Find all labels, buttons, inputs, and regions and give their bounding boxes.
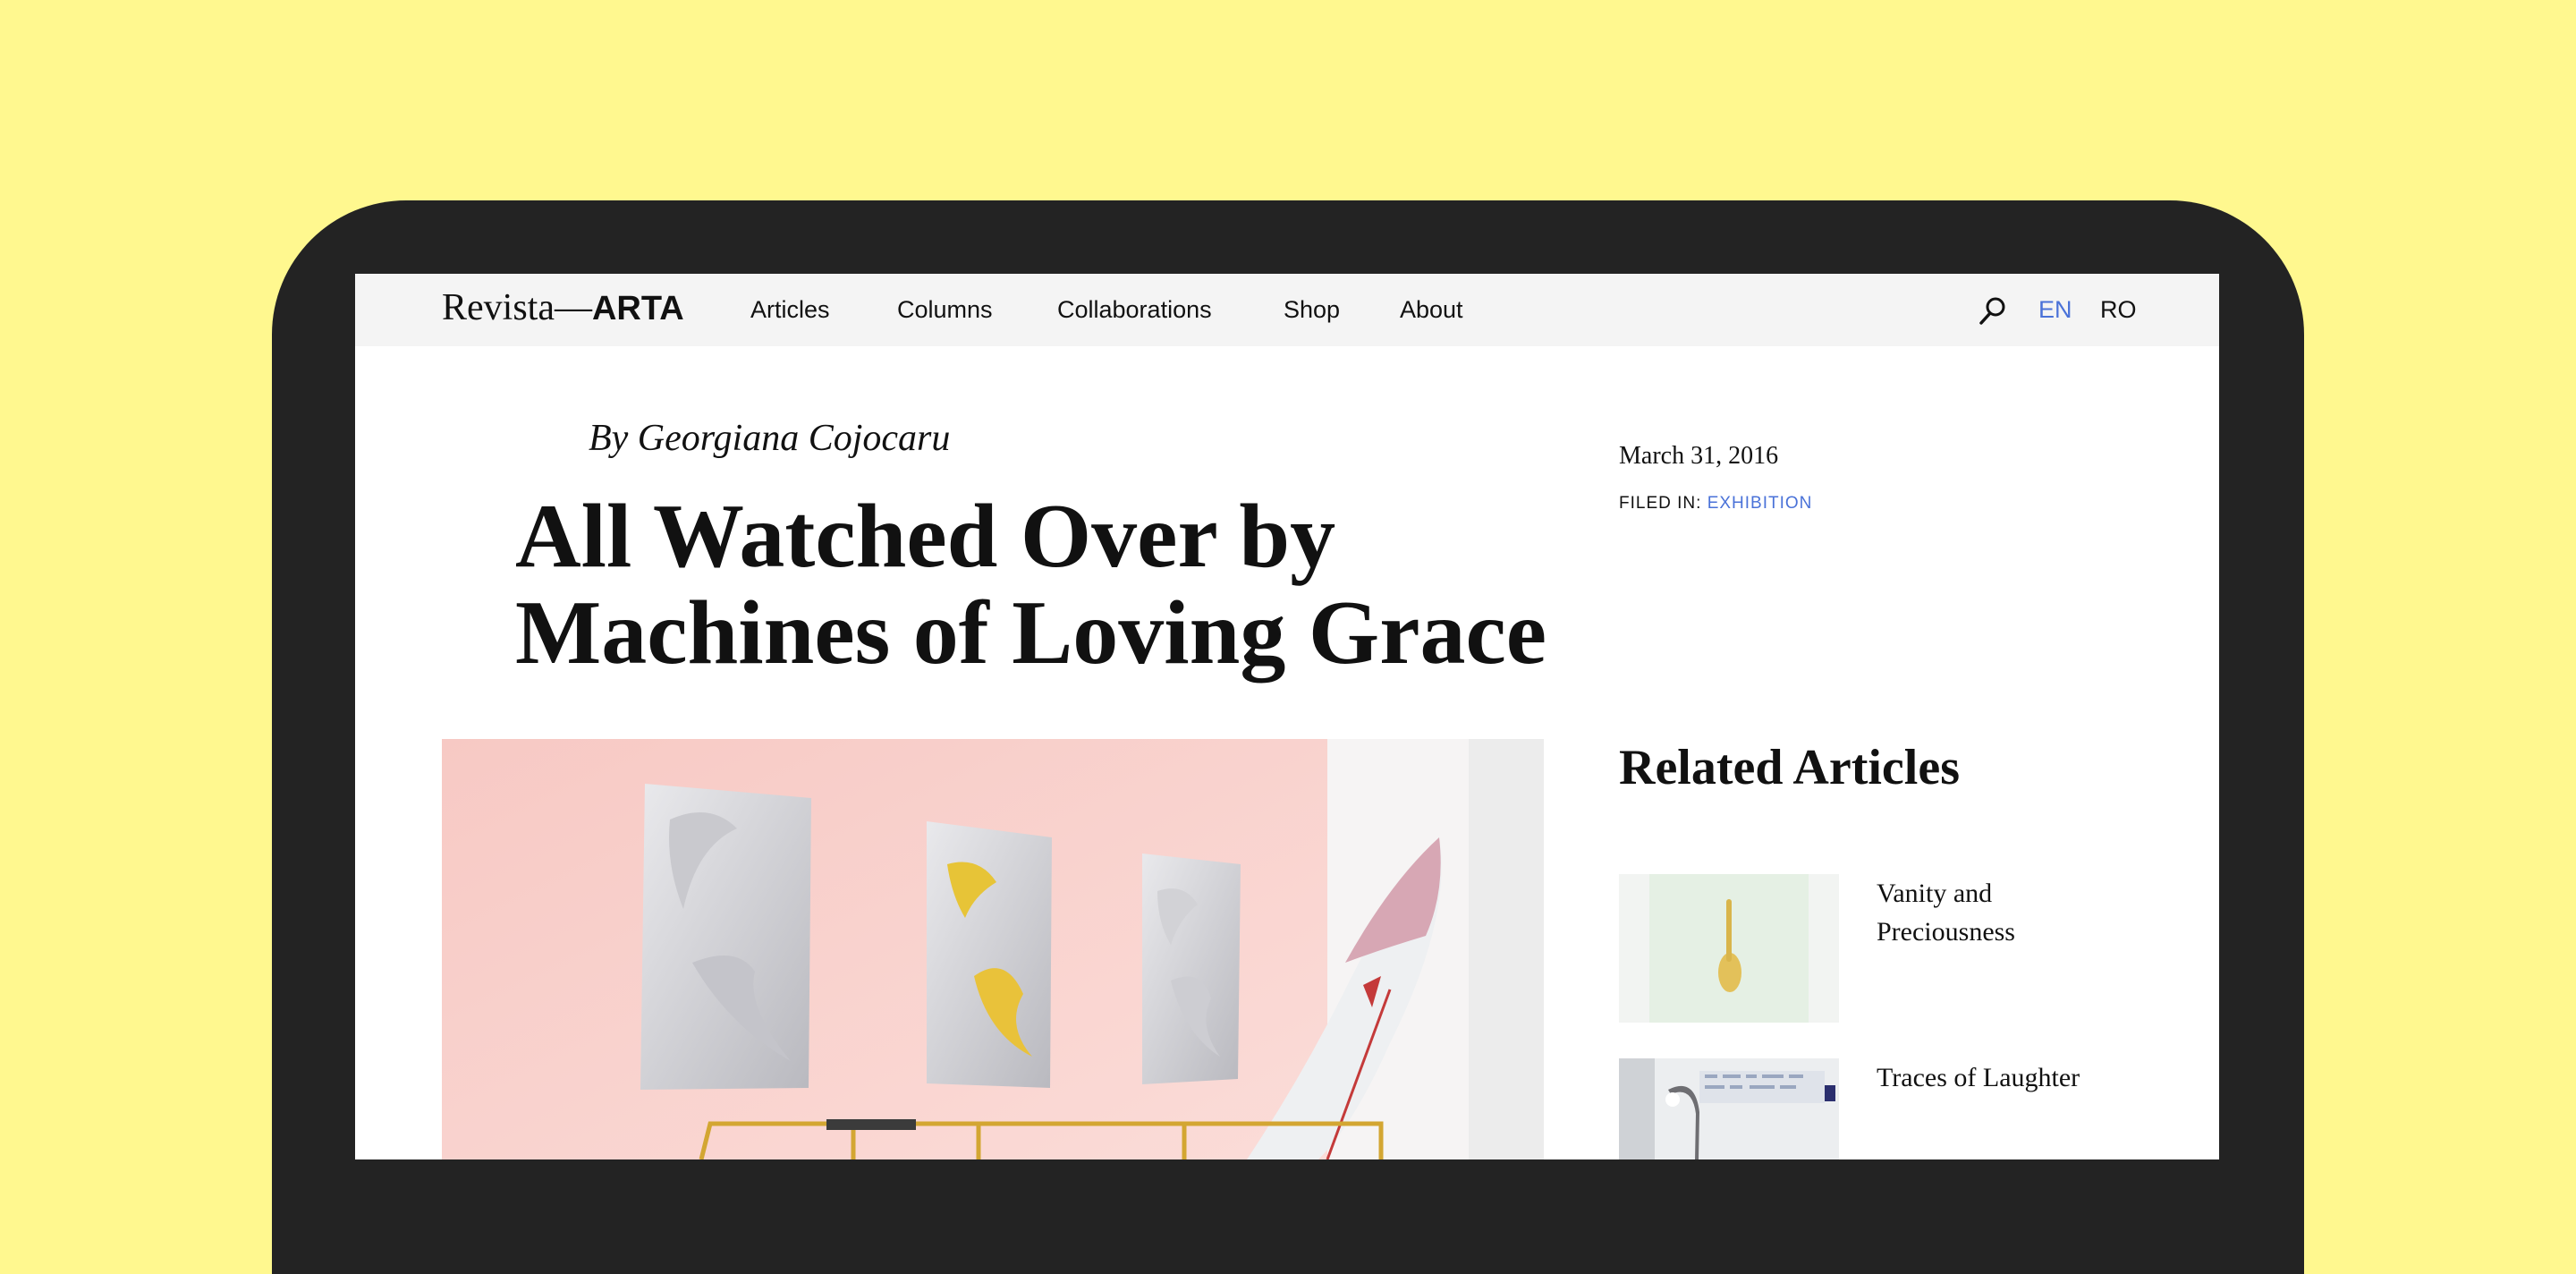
- site-logo[interactable]: Revista—ARTA: [442, 286, 684, 329]
- category-link[interactable]: EXHIBITION: [1707, 494, 1813, 513]
- related-article-title[interactable]: Traces of Laughter: [1877, 1058, 2127, 1097]
- language-ro[interactable]: RO: [2100, 296, 2137, 324]
- nav-item-shop[interactable]: Shop: [1284, 296, 1340, 324]
- related-article-item[interactable]: Traces of Laughter: [1619, 1058, 2120, 1159]
- filed-in: FILED IN: EXHIBITION: [1619, 494, 1812, 514]
- article-byline: By Georgiana Cojocaru: [589, 418, 951, 459]
- related-article-thumbnail[interactable]: [1619, 874, 1839, 1023]
- search-icon[interactable]: [1978, 295, 2008, 326]
- related-article-thumbnail[interactable]: [1619, 1058, 1839, 1159]
- top-nav: Revista—ARTA Articles Columns Collaborat…: [355, 274, 2219, 346]
- nav-item-collaborations[interactable]: Collaborations: [1057, 296, 1212, 324]
- article-hero-image: [442, 739, 1544, 1159]
- logo-text-light: Revista—: [442, 287, 592, 328]
- browser-screen: Revista—ARTA Articles Columns Collaborat…: [355, 274, 2219, 1159]
- logo-text-bold: ARTA: [591, 290, 684, 327]
- filed-in-label: FILED IN:: [1619, 494, 1702, 513]
- related-article-item[interactable]: Vanity and Preciousness: [1619, 874, 2120, 1023]
- language-en[interactable]: EN: [2038, 296, 2072, 324]
- article-title: All Watched Over by Machines of Loving G…: [515, 486, 1547, 684]
- related-article-title[interactable]: Vanity and Preciousness: [1877, 874, 2127, 951]
- nav-item-articles[interactable]: Articles: [750, 296, 830, 324]
- nav-item-about[interactable]: About: [1400, 296, 1463, 324]
- nav-item-columns[interactable]: Columns: [897, 296, 993, 324]
- article-date: March 31, 2016: [1619, 442, 1779, 470]
- related-articles-heading: Related Articles: [1619, 740, 1960, 795]
